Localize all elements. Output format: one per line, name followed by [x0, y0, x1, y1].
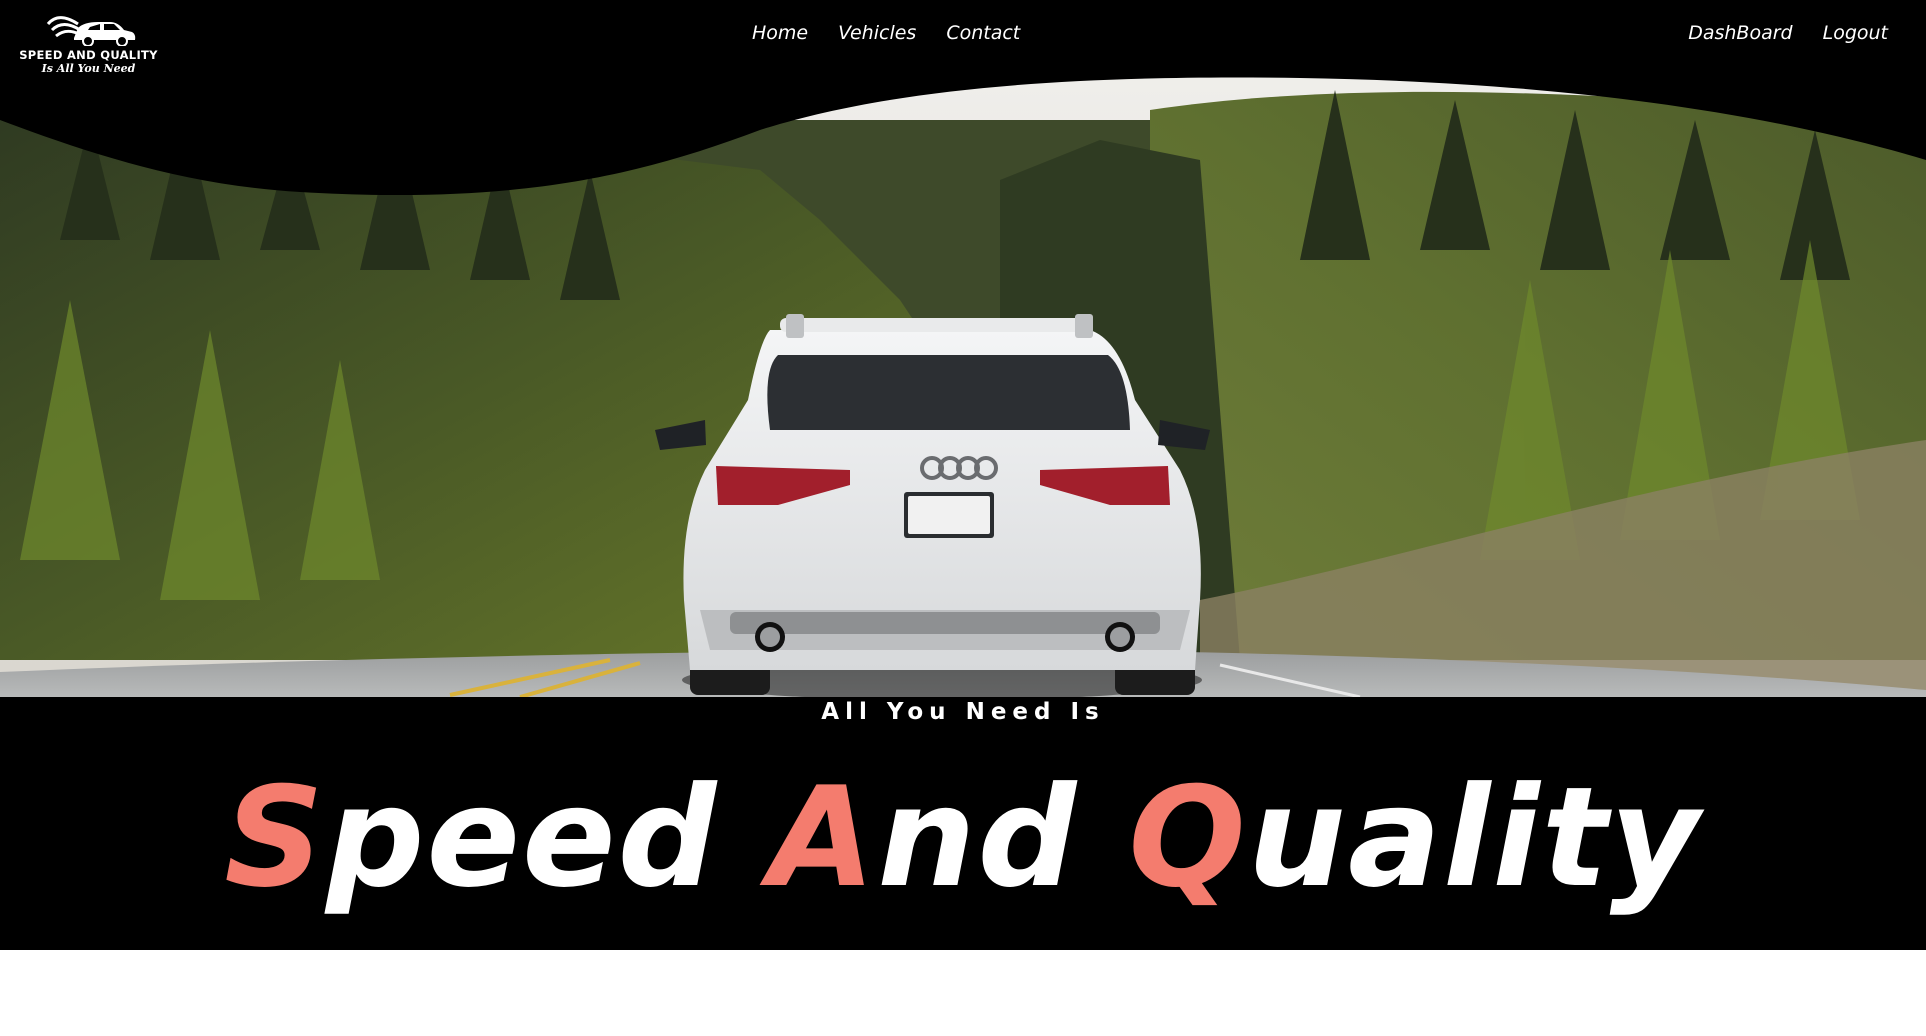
brand-name: SPEED AND QUALITY: [19, 48, 158, 62]
headline-word-3-initial: Q: [1128, 757, 1248, 918]
nav-logout-link[interactable]: Logout: [1823, 22, 1888, 44]
headline-word-3-rest: uality: [1247, 757, 1702, 918]
navbar: SPEED AND QUALITY Is All You Need Home V…: [0, 0, 1926, 75]
headline-word-2-rest: nd: [877, 757, 1079, 918]
nav-vehicles-link[interactable]: Vehicles: [838, 22, 916, 44]
headline-word-2-initial: A: [768, 757, 878, 918]
headline-word-1-initial: S: [224, 757, 326, 918]
headline-section: All You Need Is Speed And Quality: [0, 697, 1926, 950]
headline-word-1-rest: peed: [325, 757, 719, 918]
hero-section: SPEED AND QUALITY Is All You Need Home V…: [0, 0, 1926, 697]
page: SPEED AND QUALITY Is All You Need Home V…: [0, 0, 1926, 1036]
brand-tagline: Is All You Need: [41, 62, 136, 75]
account-nav: DashBoard Logout: [1688, 22, 1888, 44]
nav-home-link[interactable]: Home: [752, 22, 808, 44]
headline-title: Speed And Quality: [0, 763, 1926, 913]
headline-kicker: All You Need Is: [821, 699, 1105, 725]
primary-nav: Home Vehicles Contact: [752, 22, 1020, 44]
car-icon: [46, 16, 136, 46]
brand-logo[interactable]: SPEED AND QUALITY Is All You Need: [6, 10, 171, 78]
nav-contact-link[interactable]: Contact: [946, 22, 1020, 44]
nav-dashboard-link[interactable]: DashBoard: [1688, 22, 1792, 44]
